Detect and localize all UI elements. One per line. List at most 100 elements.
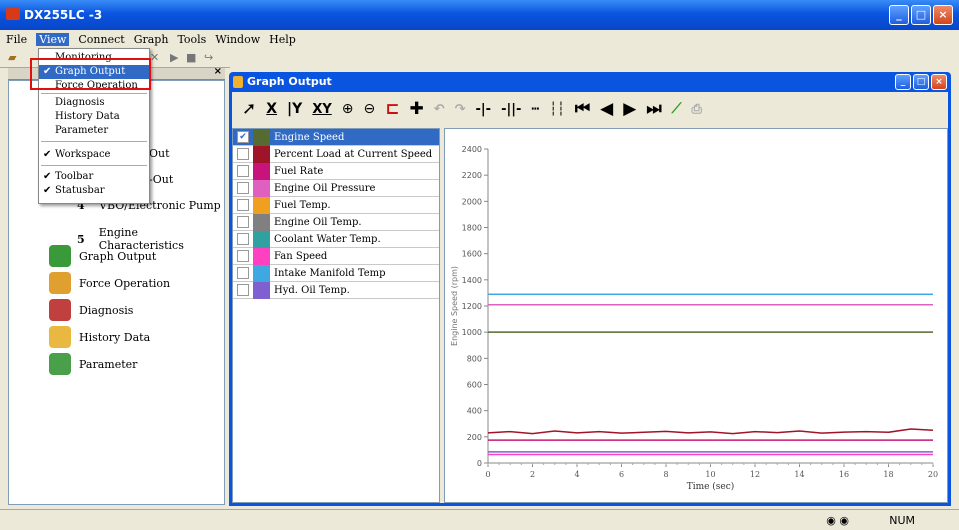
series-label: Engine Oil Temp. [274, 216, 362, 228]
menu-tools[interactable]: Tools [177, 33, 206, 46]
pause-icon[interactable]: ■ [186, 51, 196, 64]
graph-maximize-button[interactable]: □ [913, 74, 929, 90]
graph-minimize-button[interactable]: _ [895, 74, 911, 90]
first-icon[interactable]: ⏮ [575, 99, 590, 119]
series-row[interactable]: Fuel Temp. [233, 196, 439, 214]
graph-window-title: Graph Output [247, 75, 332, 88]
last-icon[interactable]: ⏭ [646, 99, 661, 119]
series-row[interactable]: Fuel Rate [233, 162, 439, 180]
redo-icon[interactable]: ↷ [455, 102, 466, 117]
horizontal-line-icon[interactable]: ┅ [531, 102, 539, 117]
history-data-icon [49, 326, 71, 348]
series-checkbox[interactable]: ✔ [237, 131, 249, 143]
cursor-left-icon[interactable]: -|- [476, 102, 492, 117]
y-tick-label: 800 [467, 354, 482, 363]
series-checkbox[interactable] [237, 216, 249, 228]
series-row[interactable]: Percent Load at Current Speed [233, 145, 439, 163]
series-row[interactable]: Fan Speed [233, 247, 439, 265]
y-zoom-icon[interactable]: |Y [287, 101, 302, 117]
x-tick-label: 18 [883, 470, 893, 479]
select-arrow-icon[interactable]: ➚ [242, 99, 256, 119]
series-checkbox[interactable] [237, 148, 249, 160]
tree-item-label: History Data [79, 330, 151, 344]
view-menu-item-workspace[interactable]: ✔ Workspace [39, 148, 149, 162]
series-color-swatch [253, 145, 270, 163]
menu-graph[interactable]: Graph [134, 33, 169, 46]
series-color-swatch [253, 196, 270, 214]
menu-help[interactable]: Help [269, 33, 296, 46]
series-label: Fuel Rate [274, 165, 324, 177]
close-button[interactable]: × [933, 5, 953, 25]
auto-scale-icon[interactable]: ⟋ [672, 101, 682, 117]
prev-icon[interactable]: ◀ [600, 99, 613, 119]
series-checkbox[interactable] [237, 233, 249, 245]
chart-svg: 0200400600800100012001400160018002000220… [450, 145, 938, 492]
y-tick-label: 2400 [462, 145, 482, 154]
series-label: Fan Speed [274, 250, 328, 262]
menu-separator [41, 141, 147, 142]
y-tick-label: 0 [477, 459, 482, 468]
tree-item-parameter[interactable]: Parameter [49, 353, 137, 375]
view-menu-label: Statusbar [55, 185, 105, 196]
series-checkbox[interactable] [237, 199, 249, 211]
series-checkbox[interactable] [237, 250, 249, 262]
view-menu-item-diagnosis[interactable]: Diagnosis [39, 96, 149, 110]
step-icon[interactable]: ↪ [204, 51, 213, 64]
check-icon: ✔ [43, 149, 52, 160]
menu-view[interactable]: View [36, 32, 70, 46]
stop-icon[interactable]: ✕ [150, 51, 159, 64]
tree-item-force-operation[interactable]: Force Operation [49, 272, 170, 294]
view-menu-item-parameter[interactable]: Parameter [39, 124, 149, 138]
range-icon[interactable]: ⊏ [385, 99, 399, 119]
pan-icon[interactable]: ✚ [409, 99, 423, 119]
series-row[interactable]: Engine Oil Pressure [233, 179, 439, 197]
series-checkbox[interactable] [237, 182, 249, 194]
view-menu-item-statusbar[interactable]: ✔ Statusbar [39, 184, 149, 198]
series-color-swatch [253, 230, 270, 248]
series-row[interactable]: Coolant Water Temp. [233, 230, 439, 248]
workspace-close-icon[interactable]: × [214, 66, 222, 77]
menu-separator [41, 93, 147, 94]
graph-window-icon [233, 76, 243, 88]
series-row[interactable]: ✔ Engine Speed [233, 128, 439, 146]
xy-zoom-icon[interactable]: XY [312, 102, 331, 117]
series-row[interactable]: Engine Oil Temp. [233, 213, 439, 231]
series-row[interactable]: Intake Manifold Temp [233, 264, 439, 282]
menu-connect[interactable]: Connect [78, 33, 124, 46]
minimize-button[interactable]: _ [889, 5, 909, 25]
view-menu-item-history-data[interactable]: History Data [39, 110, 149, 124]
view-menu-item-toolbar[interactable]: ✔ Toolbar [39, 170, 149, 184]
series-checkbox[interactable] [237, 267, 249, 279]
zoom-in-icon[interactable]: ⊕ [342, 101, 354, 117]
open-icon[interactable]: ▰ [8, 51, 16, 64]
y-tick-label: 400 [467, 407, 482, 416]
tree-item-diagnosis[interactable]: Diagnosis [49, 299, 133, 321]
print-icon[interactable]: ⎙ [691, 102, 701, 117]
run-icon[interactable]: ▶ [170, 51, 178, 64]
series-color-swatch [253, 162, 270, 180]
graph-close-button[interactable]: × [931, 74, 947, 90]
tree-item-label: Force Operation [79, 276, 171, 290]
x-zoom-icon[interactable]: X [266, 101, 277, 117]
zoom-out-icon[interactable]: ⊖ [363, 101, 375, 117]
series-checkbox[interactable] [237, 284, 249, 296]
maximize-button[interactable]: □ [911, 5, 931, 25]
tree-item-history-data[interactable]: History Data [49, 326, 150, 348]
tree-partial-item[interactable]: -Out [149, 173, 173, 186]
series-checkbox[interactable] [237, 165, 249, 177]
play-icon[interactable]: ▶ [623, 99, 636, 119]
x-tick-label: 10 [705, 470, 715, 479]
y-tick-label: 1400 [462, 276, 482, 285]
view-menu-label: Toolbar [55, 171, 94, 182]
tree-partial-item[interactable]: Out [149, 147, 170, 160]
tree-item-graph-output[interactable]: Graph Output [49, 245, 156, 267]
x-tick-label: 16 [839, 470, 849, 479]
cursor-right-icon[interactable]: -||- [501, 102, 521, 117]
vertical-line-icon[interactable]: ┆┆ [549, 102, 565, 117]
series-row[interactable]: Hyd. Oil Temp. [233, 281, 439, 299]
graph-window-body: ➚ X |Y XY ⊕ ⊖ ⊏ ✚ ↶ ↷ -|- -||- ┅ ┆┆ ⏮ ◀ … [232, 92, 948, 503]
menu-window[interactable]: Window [215, 33, 260, 46]
menu-file[interactable]: File [6, 33, 27, 46]
undo-icon[interactable]: ↶ [434, 102, 445, 117]
series-line [487, 428, 934, 435]
